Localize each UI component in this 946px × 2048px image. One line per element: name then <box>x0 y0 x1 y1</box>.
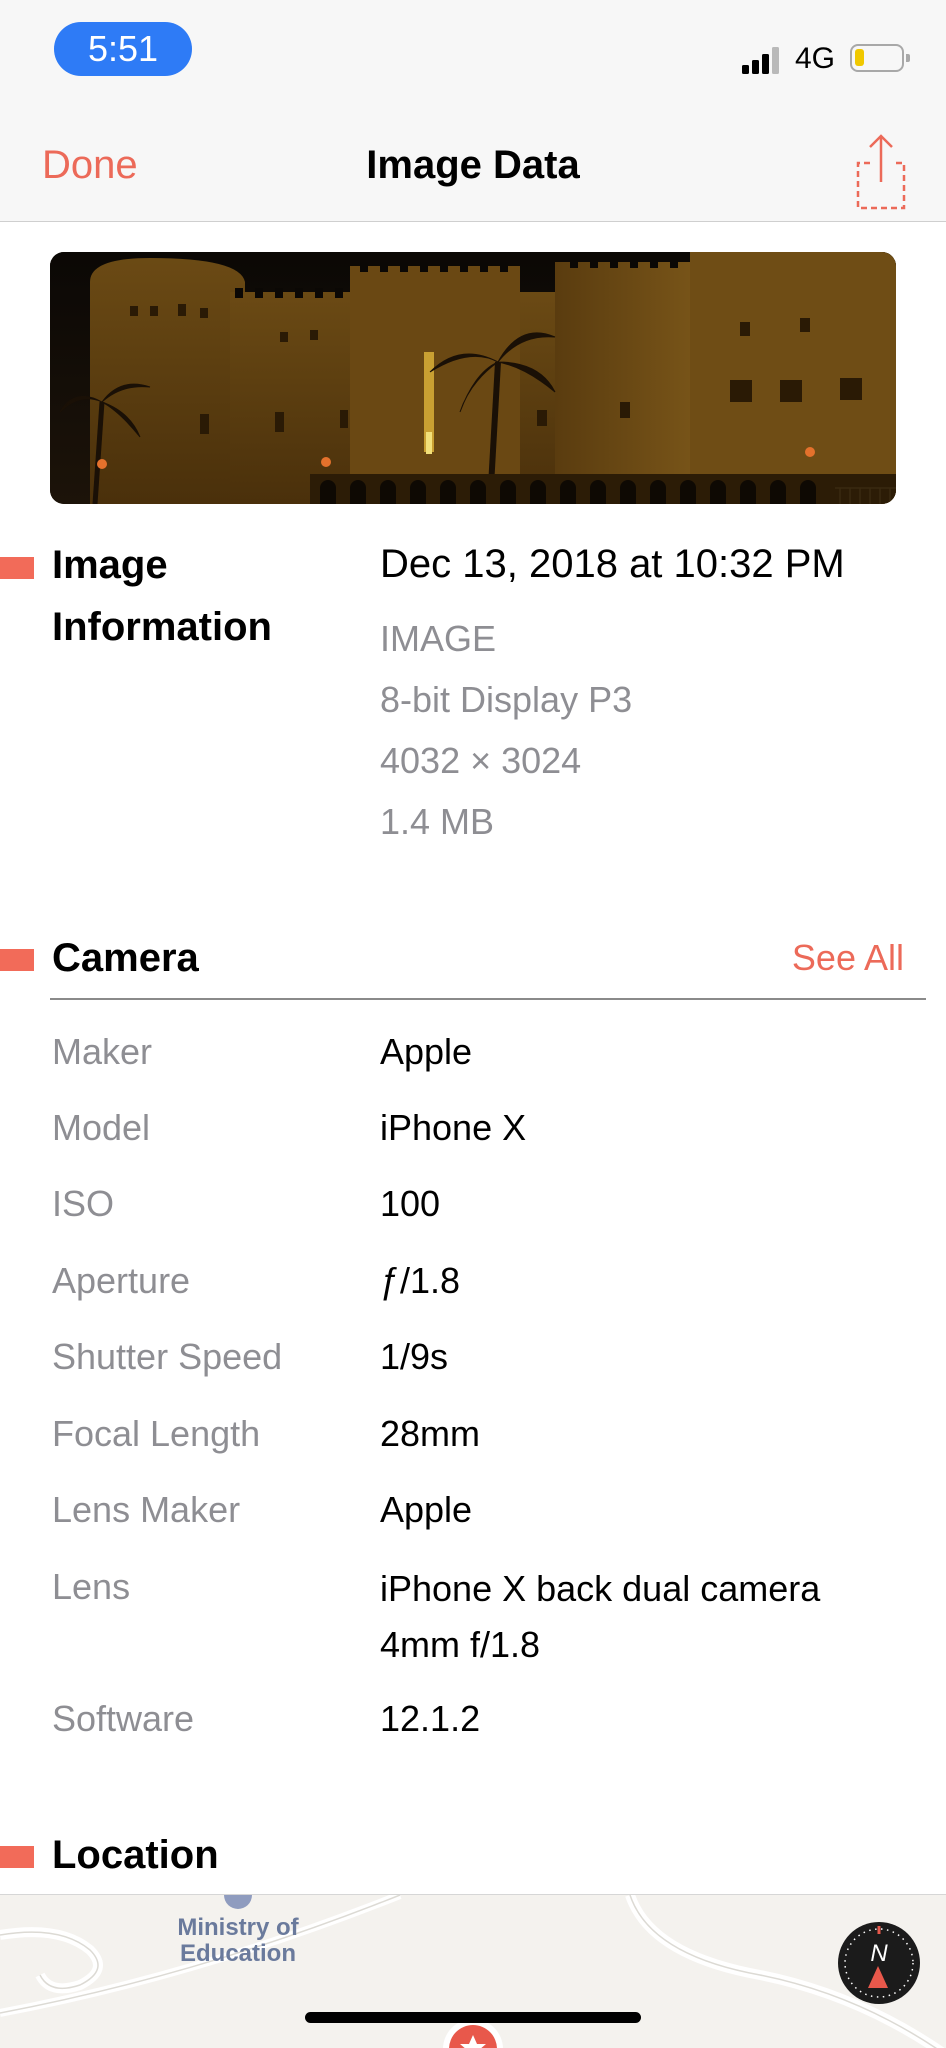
row-value-focal-length: 28mm <box>380 1413 481 1454</box>
location-marker <box>0 1846 34 1868</box>
map-place-label-line1: Ministry of <box>177 1914 299 1941</box>
row-label-iso: ISO <box>52 1183 115 1224</box>
row-label-maker: Maker <box>52 1031 153 1072</box>
network-type: 4G <box>795 42 836 75</box>
row-label-lens-maker: Lens Maker <box>52 1489 241 1530</box>
image-info-marker <box>0 557 34 579</box>
map-place-label-line2: Education <box>179 1940 296 1967</box>
image-data-screen: 5:51 4G Done Image Data Image Informatio… <box>0 0 946 2048</box>
row-value-model: iPhone X <box>380 1107 527 1148</box>
camera-section-title: Camera <box>52 936 199 980</box>
status-bar: 5:51 4G <box>0 0 946 110</box>
capture-date: Dec 13, 2018 at 10:32 PM <box>380 542 845 586</box>
cellular-signal-icon <box>742 44 784 74</box>
camera-marker <box>0 949 34 971</box>
home-indicator[interactable] <box>305 2012 641 2023</box>
location-map[interactable]: Ministry of Education <box>0 1894 946 2048</box>
see-all-button[interactable]: See All <box>792 932 904 984</box>
file-size: 1.4 MB <box>380 801 495 842</box>
image-info-title-line1: Image <box>52 543 168 587</box>
row-label-model: Model <box>52 1107 151 1148</box>
color-profile: 8-bit Display P3 <box>380 679 633 720</box>
location-section-title: Location <box>52 1833 219 1877</box>
share-button[interactable] <box>852 130 910 210</box>
row-label-lens: Lens <box>52 1566 131 1607</box>
navigation-bar: Done Image Data <box>0 110 946 222</box>
compass-north-label: N <box>870 1940 888 1967</box>
row-value-lens-maker: Apple <box>380 1489 473 1530</box>
row-value-lens: iPhone X back dual camera 4mm f/1.8 <box>380 1568 821 1665</box>
row-label-shutter-speed: Shutter Speed <box>52 1336 283 1377</box>
row-label-aperture: Aperture <box>52 1260 191 1301</box>
map-roads <box>0 1895 945 2048</box>
page-title: Image Data <box>366 143 580 187</box>
row-value-shutter-speed: 1/9s <box>380 1336 449 1377</box>
battery-icon <box>850 44 910 72</box>
status-time: 5:51 <box>54 22 192 76</box>
image-info-title-line2: Information <box>52 605 272 649</box>
row-value-software: 12.1.2 <box>380 1698 481 1739</box>
compass-button[interactable]: N <box>838 1922 920 2004</box>
row-label-focal-length: Focal Length <box>52 1413 261 1454</box>
row-value-maker: Apple <box>380 1031 473 1072</box>
row-value-aperture: ƒ/1.8 <box>380 1260 461 1301</box>
image-type: IMAGE <box>380 618 497 659</box>
photo-thumbnail[interactable] <box>50 252 896 504</box>
fort-night-photo <box>50 252 896 504</box>
row-value-iso: 100 <box>380 1183 441 1224</box>
camera-divider <box>50 998 926 1000</box>
share-icon <box>856 134 906 210</box>
map-place-label: Ministry of Education <box>150 1915 326 1967</box>
row-label-software: Software <box>52 1698 195 1739</box>
image-dimensions: 4032 × 3024 <box>380 740 582 781</box>
